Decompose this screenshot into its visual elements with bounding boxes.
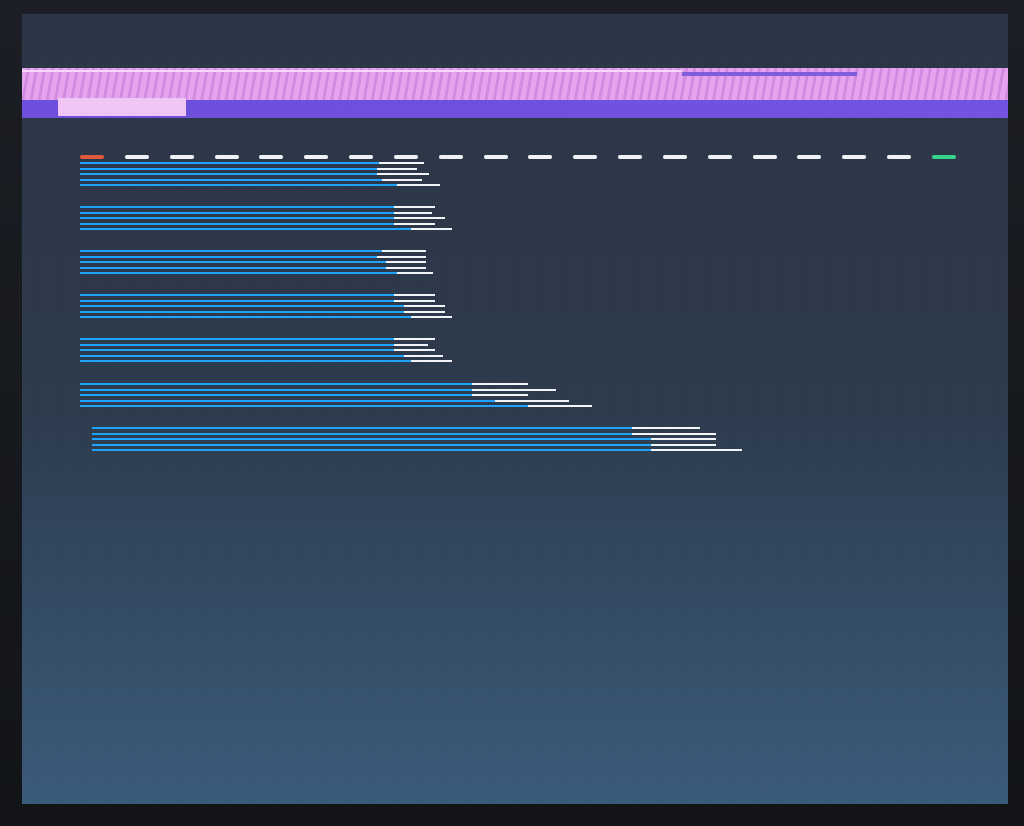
bar-blue-segment <box>92 432 632 435</box>
progress-dash <box>349 155 374 159</box>
progress-dash <box>214 155 239 159</box>
progress-dash <box>393 155 418 159</box>
progress-dash <box>573 155 598 159</box>
bar-white-segment <box>631 432 716 435</box>
bar-white-segment <box>385 261 426 263</box>
bar-blue-segment <box>80 399 495 402</box>
progress-dash <box>124 155 149 159</box>
bar-white-segment <box>403 354 443 357</box>
bar-group <box>80 338 452 366</box>
bar-blue-segment <box>80 338 395 340</box>
progress-dash <box>304 155 329 159</box>
bar-blue-segment <box>92 443 651 446</box>
progress-dash <box>842 155 867 159</box>
monitor-screen <box>22 14 1008 804</box>
bar-white-segment <box>403 310 445 313</box>
progress-dash <box>662 155 687 159</box>
bar-blue-segment <box>80 299 395 302</box>
bar-white-segment <box>394 294 436 296</box>
bar-group <box>80 383 592 411</box>
progress-dash <box>438 155 463 159</box>
bar-blue-segment <box>80 394 472 396</box>
bar-white-segment <box>471 394 528 396</box>
bar-white-segment <box>394 217 445 219</box>
bar-white-segment <box>411 228 452 230</box>
bar-blue-segment <box>80 310 404 313</box>
bar-white-segment <box>394 338 436 340</box>
bar-blue-segment <box>80 388 472 391</box>
bar-white-segment <box>376 167 417 170</box>
progress-dash <box>528 155 553 159</box>
progress-dash <box>483 155 508 159</box>
bar-group <box>92 427 742 455</box>
bar-white-segment <box>394 211 432 214</box>
bar-white-segment <box>376 173 430 175</box>
bar-white-segment <box>651 449 742 451</box>
bar-blue-segment <box>80 305 404 307</box>
bar-blue-segment <box>80 173 377 175</box>
bar-blue-segment <box>92 427 632 429</box>
bar-blue-segment <box>80 261 386 263</box>
bar-blue-segment <box>80 343 395 346</box>
bar-blue-segment <box>80 316 412 318</box>
bar-white-segment <box>394 206 436 208</box>
bar-group <box>80 206 452 234</box>
bar-blue-segment <box>80 272 397 274</box>
progress-dash <box>707 155 732 159</box>
bar-white-segment <box>528 405 592 407</box>
bar-white-segment <box>651 443 716 446</box>
progress-dash <box>797 155 822 159</box>
bar-white-segment <box>382 178 423 181</box>
bar-group <box>80 294 452 322</box>
bar-blue-segment <box>80 349 395 351</box>
bar-blue-segment <box>80 354 404 357</box>
bar-blue-segment <box>80 228 412 230</box>
bar-blue-segment <box>80 294 395 296</box>
progress-dash <box>887 155 912 159</box>
bar-blue-segment <box>80 250 383 252</box>
bar-blue-segment <box>80 206 395 208</box>
bar-white-segment <box>471 388 557 391</box>
bar-white-segment <box>394 222 436 225</box>
bar-white-segment <box>394 299 436 302</box>
bar-white-segment <box>385 266 426 269</box>
bar-group <box>80 250 442 278</box>
bar-blue-segment <box>80 255 377 258</box>
bar-blue-segment <box>92 438 651 440</box>
progress-dash <box>618 155 643 159</box>
bar-white-segment <box>631 427 700 429</box>
bar-blue-segment <box>80 222 395 225</box>
bar-blue-segment <box>80 162 379 164</box>
progress-start-marker <box>80 155 104 159</box>
bar-blue-segment <box>80 360 412 362</box>
bar-white-segment <box>403 305 445 307</box>
bar-white-segment <box>394 349 436 351</box>
bar-blue-segment <box>92 449 651 451</box>
bar-white-segment <box>494 399 569 402</box>
bar-white-segment <box>382 250 426 252</box>
bar-white-segment <box>411 360 452 362</box>
bar-blue-segment <box>80 383 472 385</box>
bar-white-segment <box>394 343 428 346</box>
bar-blue-segment <box>80 266 386 269</box>
progress-dash <box>259 155 284 159</box>
bar-white-segment <box>378 162 424 164</box>
bar-blue-segment <box>80 217 395 219</box>
progress-end-marker <box>932 155 956 159</box>
bar-white-segment <box>651 438 716 440</box>
bar-white-segment <box>471 383 528 385</box>
bar-white-segment <box>411 316 452 318</box>
bar-blue-segment <box>80 167 377 170</box>
bar-group <box>80 162 442 190</box>
bar-white-segment <box>376 255 426 258</box>
bar-blue-segment <box>80 184 397 186</box>
bar-blue-segment <box>80 211 395 214</box>
bar-blue-segment <box>80 178 383 181</box>
progress-dash <box>169 155 194 159</box>
bar-white-segment <box>396 184 441 186</box>
bar-blue-segment <box>80 405 528 407</box>
progress-dash <box>752 155 777 159</box>
bar-white-segment <box>396 272 433 274</box>
